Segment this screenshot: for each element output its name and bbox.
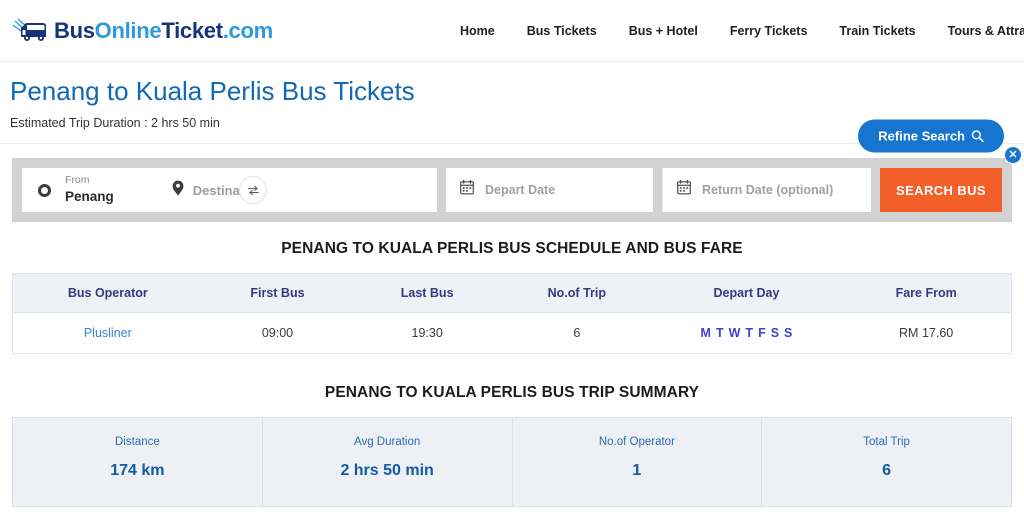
schedule-table-body: Plusliner 09:00 19:30 6 M T W T F S S RM… [13, 312, 1011, 353]
search-bar: From Penang Destination Depart Date Retu… [12, 158, 1012, 222]
cell-depart-day: M T W T F S S [651, 312, 842, 353]
depart-day-list: M T W T F S S [701, 326, 793, 340]
column-header-bus-operator: Bus Operator [13, 274, 203, 313]
nav-item-ferry-tickets[interactable]: Ferry Tickets [730, 24, 808, 38]
cell-first-bus: 09:00 [202, 312, 353, 353]
main-navigation: Home Bus Tickets Bus + Hotel Ferry Ticke… [460, 0, 1024, 62]
logo-part-domain: .com [222, 17, 273, 43]
trip-summary-panel: Distance 174 km Avg Duration 2 hrs 50 mi… [12, 417, 1012, 507]
search-icon [971, 130, 984, 143]
nav-item-bus-hotel[interactable]: Bus + Hotel [629, 24, 698, 38]
refine-search-label: Refine Search [878, 128, 965, 144]
calendar-icon [460, 179, 474, 200]
origin-destination-field[interactable]: From Penang Destination [22, 168, 437, 212]
nav-item-tours-attractions[interactable]: Tours & Attractions [948, 24, 1024, 38]
origin-dot-icon [38, 183, 51, 197]
column-header-fare-from: Fare From [841, 274, 1011, 313]
bus-logo-icon [13, 18, 49, 44]
summary-label-no-of-operator: No.of Operator [598, 436, 675, 448]
depart-day-wednesday: W [728, 326, 741, 340]
nav-item-home[interactable]: Home [460, 24, 495, 38]
return-date-input[interactable]: Return Date (optional) [662, 168, 871, 212]
depart-date-placeholder: Depart Date [485, 183, 556, 197]
logo-part-bus: Bus [54, 17, 95, 43]
logo-part-ticket: Ticket [161, 17, 223, 43]
site-header: BusOnlineTicket.com Home Bus Tickets Bus… [0, 0, 1024, 62]
return-date-placeholder: Return Date (optional) [702, 183, 834, 197]
summary-cell-distance: Distance 174 km [13, 418, 263, 506]
logo-part-online: Online [94, 17, 162, 43]
page-title-bar: Penang to Kuala Perlis Bus Tickets Estim… [0, 62, 1024, 153]
depart-date-input[interactable]: Depart Date [446, 168, 653, 212]
from-value: Penang [65, 189, 114, 205]
summary-label-distance: Distance [115, 436, 160, 448]
site-logo[interactable]: BusOnlineTicket.com [13, 18, 273, 44]
table-row: Plusliner 09:00 19:30 6 M T W T F S S RM… [13, 312, 1011, 353]
nav-item-train-tickets[interactable]: Train Tickets [839, 24, 915, 38]
column-header-first-bus: First Bus [202, 274, 353, 313]
summary-value-distance: 174 km [110, 462, 165, 479]
page-title: Penang to Kuala Perlis Bus Tickets [10, 76, 415, 106]
close-icon[interactable]: ✕ [1004, 146, 1022, 164]
summary-value-avg-duration: 2 hrs 50 min [340, 462, 434, 479]
schedule-table-wrapper: Bus Operator First Bus Last Bus No.of Tr… [12, 273, 1012, 354]
column-header-last-bus: Last Bus [352, 274, 502, 313]
swap-icon[interactable] [239, 176, 267, 204]
search-bus-button[interactable]: SEARCH BUS [880, 168, 1002, 212]
cell-bus-operator: Plusliner [13, 312, 203, 353]
summary-value-no-of-operator: 1 [632, 462, 642, 479]
cell-fare-from: RM 17.60 [841, 312, 1011, 353]
column-header-depart-day: Depart Day [651, 274, 842, 313]
operator-link[interactable]: Plusliner [84, 326, 132, 340]
summary-label-total-trip: Total Trip [863, 436, 910, 448]
summary-cell-avg-duration: Avg Duration 2 hrs 50 min [263, 418, 513, 506]
search-panel: ✕ From Penang Destination Depart Date Re… [12, 146, 1022, 222]
cell-no-of-trip: 6 [501, 312, 652, 353]
calendar-icon [677, 179, 691, 200]
depart-day-monday: M [700, 326, 711, 340]
schedule-heading: PENANG TO KUALA PERLIS BUS SCHEDULE AND … [281, 240, 743, 257]
schedule-table: Bus Operator First Bus Last Bus No.of Tr… [13, 274, 1011, 353]
depart-day-thursday: T [745, 326, 754, 340]
site-logo-text: BusOnlineTicket.com [54, 18, 273, 44]
map-pin-icon [172, 180, 184, 201]
depart-day-friday: F [758, 326, 766, 340]
summary-cell-no-of-operator: No.of Operator 1 [513, 418, 763, 506]
cell-last-bus: 19:30 [352, 312, 502, 353]
schedule-table-head: Bus Operator First Bus Last Bus No.of Tr… [13, 274, 1011, 313]
summary-cell-total-trip: Total Trip 6 [762, 418, 1011, 506]
depart-day-sunday: S [784, 326, 793, 340]
summary-heading: PENANG TO KUALA PERLIS BUS TRIP SUMMARY [324, 384, 700, 401]
depart-day-tuesday: T [715, 326, 724, 340]
column-header-no-of-trip: No.of Trip [501, 274, 652, 313]
depart-day-saturday: S [770, 326, 780, 340]
table-header-row: Bus Operator First Bus Last Bus No.of Tr… [13, 274, 1011, 313]
from-label: From [65, 174, 90, 186]
summary-label-avg-duration: Avg Duration [353, 436, 421, 448]
nav-item-bus-tickets[interactable]: Bus Tickets [527, 24, 597, 38]
summary-value-total-trip: 6 [882, 462, 892, 479]
refine-search-button[interactable]: Refine Search [858, 119, 1004, 153]
